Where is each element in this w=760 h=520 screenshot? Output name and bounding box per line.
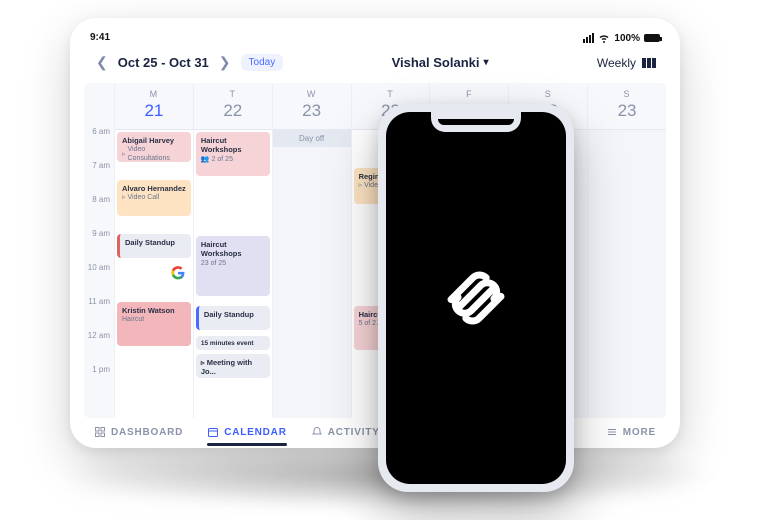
bell-icon [311,426,323,438]
app-header: ❮ Oct 25 - Oct 31 ❯ Today Vishal Solanki… [84,48,666,83]
hour-label: 6 am [84,127,114,161]
event-abigail[interactable]: Abigail Harvey ▹Video Consultations [117,132,191,162]
nav-dashboard[interactable]: DASHBOARD [94,426,183,438]
phone-device [378,104,574,492]
today-button[interactable]: Today [241,54,284,71]
dashboard-icon [94,426,106,438]
day-header[interactable]: S 23 [588,83,666,130]
hour-label: 12 am [84,331,114,365]
video-icon: ▹ [201,358,205,367]
google-icon [171,266,185,280]
video-icon: ▹ [122,194,126,203]
hour-label: 1 pm [84,365,114,399]
event-alvaro[interactable]: Alvaro Hernandez ▹Video Call [117,180,191,216]
view-mode-selector[interactable]: Weekly [597,56,656,70]
day-header[interactable]: T 22 [194,83,272,130]
hour-label: 9 am [84,229,114,263]
event-kristin[interactable]: Kristin Watson Haircut [117,302,191,346]
calendar-grid: 6 am 7 am 8 am 9 am 10 am 11 am 12 am 1 … [84,83,666,418]
phone-notch [431,112,521,132]
event-standup[interactable]: Daily Standup [117,234,191,258]
people-icon: 👥 [201,156,210,165]
next-week-button[interactable]: ❯ [217,52,233,73]
user-name: Vishal Solanki [392,55,480,70]
nav-activity[interactable]: ACTIVITY [311,426,380,438]
day-column-wed[interactable]: W 23 Day off [272,83,351,418]
battery-icon [644,34,660,42]
day-header[interactable]: W 23 [273,83,351,130]
calendar-icon [207,426,219,438]
view-mode-label: Weekly [597,56,636,70]
menu-icon [606,426,618,438]
hour-label: 10 am [84,263,114,297]
squarespace-logo-icon [437,259,515,337]
hour-label: 8 am [84,195,114,229]
event-workshop[interactable]: Haircut Workshops 23 of 25 [196,236,270,296]
bottom-nav: DASHBOARD CALENDAR ACTIVITY MORE [84,418,666,438]
chevron-down-icon: ▾ [483,57,488,68]
date-range[interactable]: Oct 25 - Oct 31 [118,55,209,70]
wifi-icon [598,32,610,44]
day-header[interactable]: M 21 [115,83,193,130]
video-icon: ▹ [359,182,363,191]
day-column-sun[interactable]: S 23 [587,83,666,418]
status-bar: 9:41 100% [84,32,666,48]
day-off-label: Day off [273,130,351,147]
signal-icon [583,33,594,43]
video-icon: ▹ [122,151,126,160]
event-mini[interactable]: 15 minutes event [196,336,270,350]
prev-week-button[interactable]: ❮ [94,52,110,73]
hour-label: 11 am [84,297,114,331]
hour-label: 7 am [84,161,114,195]
status-battery-pct: 100% [614,33,640,44]
grid-icon [642,58,656,68]
user-selector[interactable]: Vishal Solanki ▾ [392,55,489,70]
phone-screen [386,112,566,484]
event-meeting[interactable]: ▹ Meeting with Jo... [196,354,270,378]
event-standup[interactable]: Daily Standup [196,306,270,330]
nav-more[interactable]: MORE [606,426,656,438]
nav-calendar[interactable]: CALENDAR [207,426,287,438]
day-column-mon[interactable]: M 21 Abigail Harvey ▹Video Consultations… [114,83,193,418]
event-workshop[interactable]: Haircut Workshops 👥2 of 25 [196,132,270,176]
status-time: 9:41 [90,32,110,44]
tablet-device: 9:41 100% ❮ Oct 25 - Oct 31 ❯ Today Vish… [70,18,680,448]
day-column-tue[interactable]: T 22 Haircut Workshops 👥2 of 25 Haircut … [193,83,272,418]
